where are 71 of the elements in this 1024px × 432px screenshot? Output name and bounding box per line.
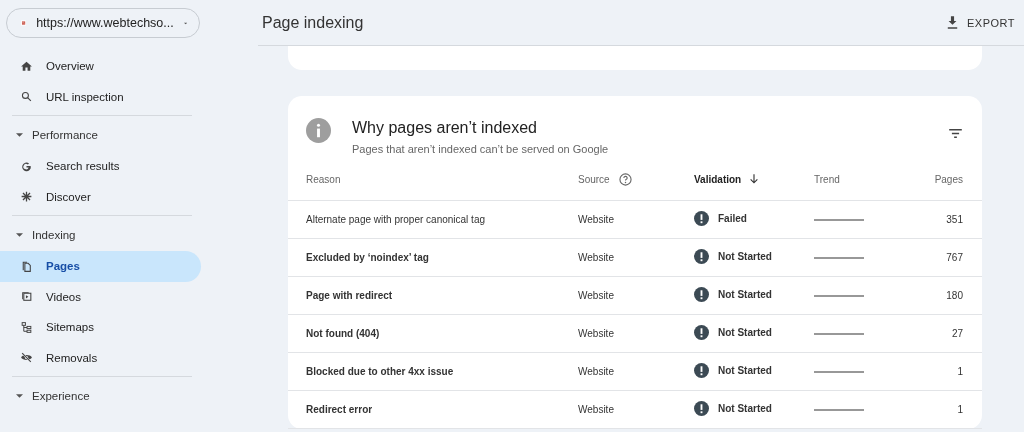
column-header[interactable]: Validation — [694, 173, 742, 185]
filter-icon[interactable] — [949, 129, 962, 138]
source-text: Website — [578, 214, 614, 225]
sidebar-item[interactable]: Overview — [0, 51, 201, 82]
pages-count: 180 — [946, 290, 963, 301]
caret-icon — [16, 394, 23, 398]
reason-text[interactable]: Blocked due to other 4xx issue — [306, 366, 454, 377]
source-text: Website — [578, 290, 614, 301]
reason-text[interactable]: Page with redirect — [306, 290, 393, 301]
exclamation-icon — [694, 325, 709, 340]
trend-sparkline — [814, 217, 864, 222]
sidebar-item[interactable]: Removals — [0, 342, 201, 373]
validation-status: Not Started — [718, 251, 772, 262]
validation-status: Not Started — [718, 289, 772, 300]
source-text: Website — [578, 366, 614, 377]
exclamation-icon — [694, 287, 709, 302]
sidebar-item[interactable]: Discover — [0, 181, 201, 212]
sidebar-item[interactable]: Videos — [0, 281, 201, 312]
validation-status: Not Started — [718, 327, 772, 338]
reason-text[interactable]: Excluded by ‘noindex’ tag — [306, 252, 429, 263]
sidebar-item[interactable]: Pages — [0, 251, 201, 282]
exclamation-icon — [694, 211, 709, 226]
column-header[interactable]: Reason — [306, 173, 341, 185]
pages-count: 1 — [957, 404, 963, 415]
card-title: Why pages aren’t indexed — [352, 119, 538, 137]
source-text: Website — [578, 328, 614, 339]
asterisk-icon — [20, 190, 33, 204]
video-icon — [20, 290, 33, 304]
trend-sparkline — [814, 255, 864, 260]
trend-sparkline — [814, 369, 864, 374]
trend-sparkline — [814, 331, 864, 336]
sidebar-item[interactable]: Search results — [0, 151, 201, 182]
exclamation-icon — [694, 401, 709, 416]
download-icon — [946, 16, 958, 29]
source-text: Website — [578, 252, 614, 263]
column-header[interactable]: Source — [578, 173, 610, 185]
export-button[interactable]: EXPORT — [940, 10, 1015, 35]
exclamation-icon — [694, 249, 709, 264]
pages-count: 351 — [946, 214, 963, 225]
pages-icon — [20, 259, 33, 273]
trend-sparkline — [814, 293, 864, 298]
sidebar-item[interactable]: URL inspection — [0, 81, 201, 112]
search-icon — [20, 90, 33, 104]
page-title: Page indexing — [262, 13, 364, 32]
source-text: Website — [578, 404, 614, 415]
pages-count: 1 — [957, 366, 963, 377]
column-header[interactable]: Trend — [814, 173, 840, 185]
home-icon — [20, 59, 33, 73]
sort-down-arrow-icon — [750, 174, 759, 184]
exclamation-icon — [694, 363, 709, 378]
help-icon[interactable] — [618, 172, 632, 186]
reason-text[interactable]: Alternate page with proper canonical tag — [306, 214, 485, 225]
card-subtitle: Pages that aren’t indexed can’t be served on Google — [352, 143, 610, 155]
validation-status: Not Started — [718, 365, 772, 376]
validation-status: Failed — [718, 213, 747, 224]
info-icon — [306, 118, 331, 143]
validation-status: Not Started — [718, 403, 772, 414]
caret-icon — [16, 233, 23, 237]
pages-count: 767 — [946, 252, 963, 263]
section-header[interactable]: Indexing — [0, 219, 166, 251]
section-header[interactable]: Experience — [0, 380, 166, 412]
sidebar-item[interactable]: Sitemaps — [0, 312, 201, 343]
reason-text[interactable]: Redirect error — [306, 404, 373, 415]
caret-icon — [16, 133, 23, 137]
trend-sparkline — [814, 407, 864, 412]
section-header[interactable]: Performance — [0, 119, 166, 151]
eye-slash-icon — [20, 351, 33, 365]
column-header[interactable]: Pages — [934, 173, 963, 185]
reason-text[interactable]: Not found (404) — [306, 328, 380, 339]
pages-count: 27 — [951, 328, 963, 339]
sitemap-icon — [20, 320, 33, 334]
